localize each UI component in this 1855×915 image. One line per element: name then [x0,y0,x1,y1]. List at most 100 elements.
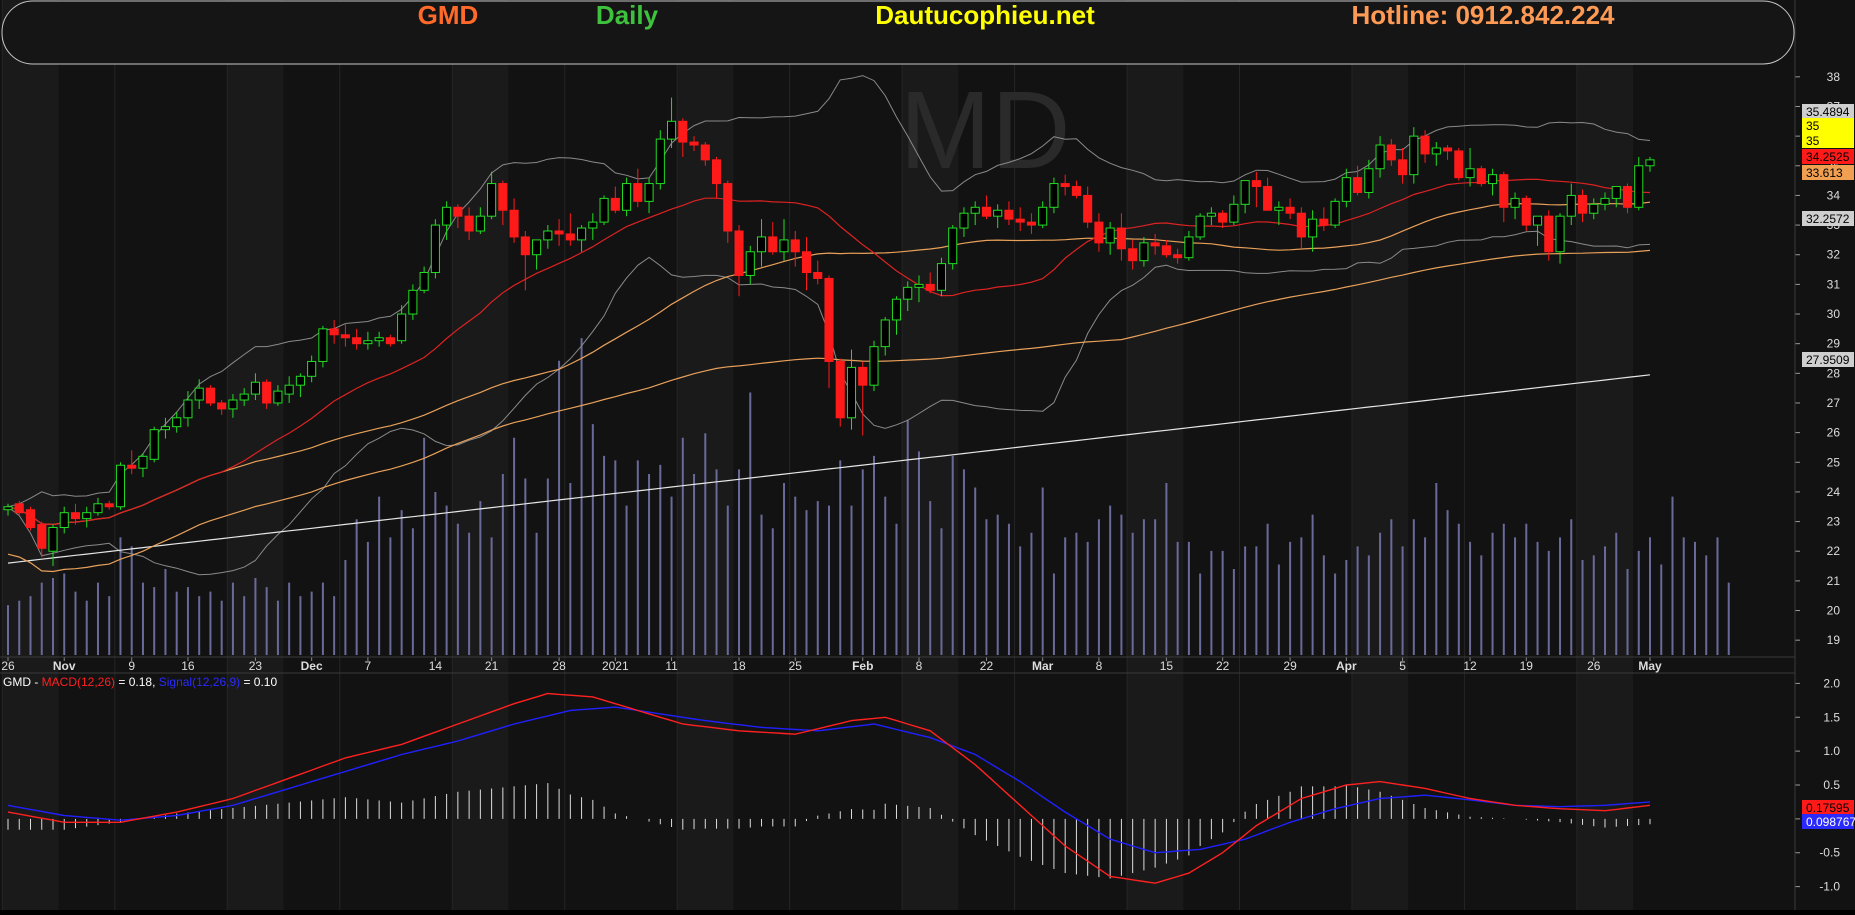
x-tick-label: Nov [53,659,76,673]
candle [1634,165,1644,208]
price-label-text: 27.9509 [1806,353,1850,367]
candle [903,286,913,300]
candle [1532,215,1543,226]
candle [1341,177,1351,202]
x-tick-label: 29 [1283,659,1297,673]
candle [1026,221,1036,226]
x-tick-label: 19 [1520,659,1534,673]
candle [1600,197,1610,205]
candle [1015,218,1025,223]
candle [374,337,384,342]
candle [37,524,47,549]
candle [1589,203,1599,214]
candle [1521,197,1531,226]
x-tick-label: 22 [1216,659,1230,673]
candle [633,183,643,202]
candle [104,503,114,508]
candle [48,527,58,552]
candle [408,289,418,315]
x-tick-label: 28 [552,659,566,673]
grid-stripe [1127,0,1184,910]
candle [1454,150,1464,179]
candle [1218,212,1228,223]
candle [363,340,373,345]
y-tick-label: 21 [1827,574,1841,588]
macd-legend-part: Signal(12,26,9) [159,675,240,689]
candle [1611,186,1621,199]
x-tick-label: 8 [916,659,923,673]
candle [599,197,609,223]
candle [936,263,947,291]
watermark-text: MD [899,69,1070,192]
grid-stripe [227,0,284,910]
candle [1353,177,1363,193]
candle [1319,218,1329,226]
candle [183,399,193,419]
candle [1173,254,1183,259]
candle [734,230,744,276]
candle [1195,215,1205,238]
candle [205,387,215,404]
macd-legend-part: = 0.10 [240,675,277,689]
candle [228,399,238,410]
candle [1049,183,1059,208]
candle [93,503,103,514]
candle [858,366,868,386]
macd-y-tick-label: 1.0 [1823,744,1840,758]
price-label-text: 35 [1806,119,1820,133]
y-tick-label: 31 [1827,277,1841,291]
candle [1161,245,1171,256]
candle [948,227,958,265]
candle [138,455,148,469]
macd-y-tick-label: -1.0 [1819,880,1840,894]
x-tick-label: 25 [789,659,803,673]
candle [835,360,845,419]
candle [869,346,879,386]
candle [340,334,350,339]
candle [1544,215,1554,253]
symbol-label: GMD [418,0,479,30]
candle [1150,242,1160,247]
candle [610,197,620,211]
macd-y-tick-label: -0.5 [1819,846,1840,860]
x-tick-label: Dec [301,659,323,673]
candle [1094,221,1104,244]
candle [82,512,92,520]
candle [1308,218,1318,238]
candle [1386,144,1396,161]
candle [554,230,564,235]
candle [430,224,440,274]
y-tick-label: 27 [1827,396,1841,410]
x-tick-label: 26 [1587,659,1601,673]
candle [318,328,328,362]
x-tick-label: Mar [1032,659,1054,673]
candle [262,381,272,404]
candle [880,319,890,348]
candle [1420,135,1430,155]
candle [520,236,530,256]
candle [914,283,924,288]
candle [127,464,137,469]
candle [1499,174,1509,208]
price-label-text: 34.2525 [1806,150,1850,164]
candle [768,236,778,253]
candle [1577,194,1588,214]
candle [172,417,182,428]
candle [1465,168,1475,179]
candle [217,402,227,410]
candle [959,212,969,229]
candle [1139,242,1149,262]
candle [1004,209,1014,220]
price-label-text: 35.4894 [1806,105,1850,119]
x-tick-label: May [1638,659,1662,673]
candle [1274,206,1284,211]
candle [1487,174,1498,185]
y-tick-label: 32 [1827,248,1841,262]
candle [160,426,171,431]
macd-legend: GMD - MACD(12,26) = 0.18, Signal(12,26,9… [3,675,277,689]
candle [1555,215,1565,253]
candle [442,206,452,226]
candle [745,251,755,276]
candle [1240,180,1250,205]
x-tick-label: 8 [1096,659,1103,673]
